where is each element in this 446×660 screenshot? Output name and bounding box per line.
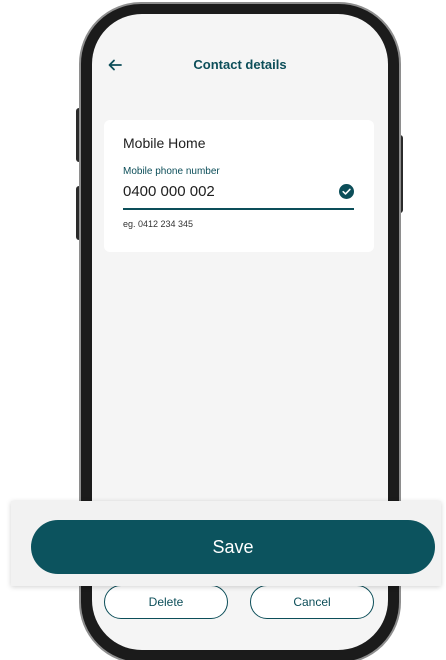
contact-card: Mobile Home Mobile phone number eg. 0412… — [104, 120, 374, 252]
mobile-phone-input[interactable] — [123, 179, 353, 203]
stage: Contact details Mobile Home Mobile phone… — [0, 0, 446, 660]
card-title: Mobile Home — [123, 135, 206, 151]
app-header: Contact details — [92, 14, 388, 114]
save-bar: Save — [11, 501, 441, 586]
field-underline — [123, 208, 354, 210]
save-button[interactable]: Save — [31, 520, 435, 574]
helper-text: eg. 0412 234 345 — [123, 219, 194, 229]
check-circle-icon — [339, 184, 354, 199]
delete-button[interactable]: Delete — [104, 585, 228, 619]
page-title: Contact details — [193, 57, 287, 72]
mobile-phone-field-label: Mobile phone number — [123, 166, 220, 177]
cancel-button[interactable]: Cancel — [250, 585, 374, 619]
